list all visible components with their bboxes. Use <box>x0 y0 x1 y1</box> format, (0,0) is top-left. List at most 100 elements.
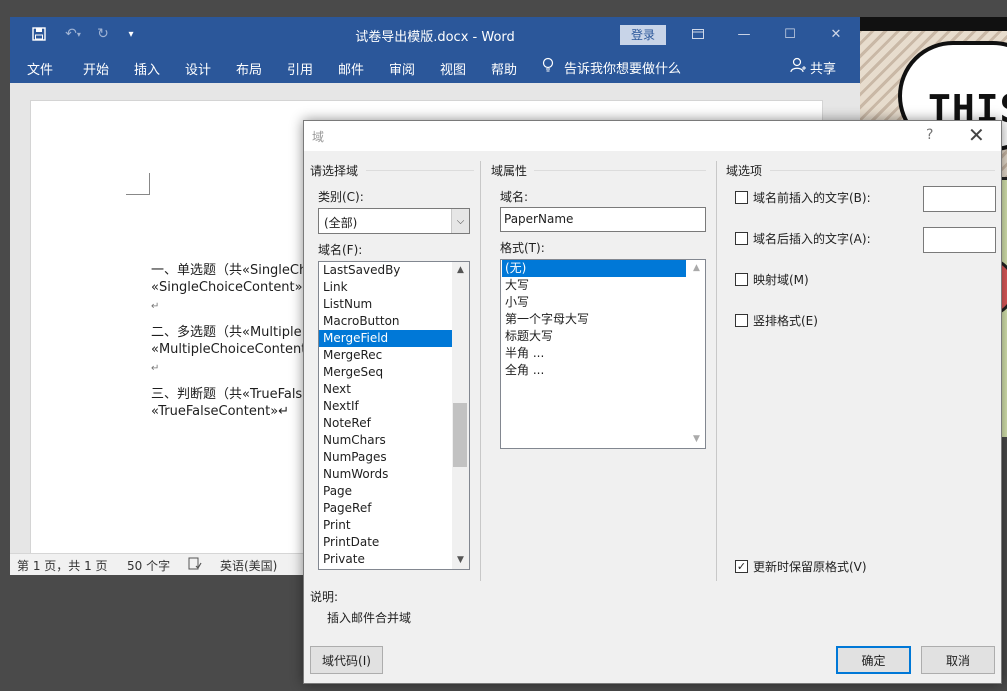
text-before-input[interactable] <box>923 186 996 212</box>
list-item[interactable]: MacroButton <box>319 313 452 330</box>
doc-line: 一、单选题（共«SingleCh <box>151 263 308 278</box>
text-before-label: 域名前插入的文字(B): <box>753 191 871 205</box>
list-item[interactable]: MergeRec <box>319 347 452 364</box>
list-item[interactable]: NumWords <box>319 466 452 483</box>
section-rule <box>770 170 995 171</box>
list-item[interactable]: Next <box>319 381 452 398</box>
comic-top-border <box>858 17 1007 31</box>
list-item[interactable]: Private <box>319 551 452 568</box>
checkbox-checked[interactable]: ✓ <box>735 560 748 573</box>
minimize-icon[interactable]: — <box>721 17 767 51</box>
scroll-down-icon[interactable]: ▼ <box>452 552 469 569</box>
format-list-scrollbar[interactable]: ▲ ▼ <box>688 260 705 448</box>
field-names-list[interactable]: LastSavedBy Link ListNum MacroButton Mer… <box>318 261 470 570</box>
scroll-down-icon[interactable]: ▼ <box>688 431 705 448</box>
preserve-format-label: 更新时保留原格式(V) <box>753 560 867 574</box>
field-name-label: 域名: <box>500 190 529 204</box>
word-count-status[interactable]: 50 个字 <box>127 557 170 574</box>
list-item[interactable]: Page <box>319 483 452 500</box>
mapped-field-checkbox[interactable]: 映射域(M) <box>735 271 809 288</box>
doc-line: «MultipleChoiceContent» <box>151 342 315 357</box>
share-button[interactable]: 共享 <box>790 57 836 77</box>
scroll-up-icon[interactable]: ▲ <box>452 262 469 279</box>
tab-references[interactable]: 引用 <box>287 59 313 78</box>
list-item[interactable]: NumChars <box>319 432 452 449</box>
scroll-up-icon[interactable]: ▲ <box>688 260 705 277</box>
scrollbar-thumb[interactable] <box>453 403 467 467</box>
dialog-titlebar: 域 ? ✕ <box>304 121 1001 151</box>
tab-home[interactable]: 开始 <box>83 59 109 78</box>
tell-me-text: 告诉我你想要做什么 <box>564 61 682 77</box>
list-item[interactable]: NoteRef <box>319 415 452 432</box>
list-item-selected[interactable]: MergeField <box>319 330 452 347</box>
list-item[interactable]: PageRef <box>319 500 452 517</box>
vertical-format-label: 竖排格式(E) <box>753 314 818 328</box>
maximize-icon[interactable]: ☐ <box>767 17 813 51</box>
list-item[interactable]: 标题大写 <box>502 328 686 345</box>
section-divider <box>716 161 717 581</box>
preserve-format-checkbox[interactable]: ✓ 更新时保留原格式(V) <box>735 558 867 575</box>
tab-insert[interactable]: 插入 <box>134 59 160 78</box>
close-icon[interactable]: ✕ <box>968 123 985 147</box>
tab-layout[interactable]: 布局 <box>236 59 262 78</box>
category-dropdown[interactable]: (全部) ⌵ <box>318 208 470 234</box>
checkbox-box[interactable] <box>735 232 748 245</box>
format-list[interactable]: (无) 大写 小写 第一个字母大写 标题大写 半角 ... 全角 ... ▲ ▼ <box>500 259 706 449</box>
list-item[interactable]: Print <box>319 517 452 534</box>
field-list-scrollbar[interactable]: ▲ ▼ <box>452 262 469 569</box>
list-item[interactable]: 第一个字母大写 <box>502 311 686 328</box>
list-item[interactable]: LastSavedBy <box>319 262 452 279</box>
login-button[interactable]: 登录 <box>620 25 666 45</box>
cancel-button[interactable]: 取消 <box>921 646 995 674</box>
proofing-icon[interactable] <box>188 557 202 573</box>
tab-file[interactable]: 文件 <box>27 59 53 78</box>
tab-help[interactable]: 帮助 <box>491 59 517 78</box>
text-after-checkbox[interactable]: 域名后插入的文字(A): <box>735 230 871 247</box>
tell-me-search[interactable]: 告诉我你想要做什么 <box>542 57 681 77</box>
list-item[interactable]: 全角 ... <box>502 362 686 379</box>
list-item[interactable]: Link <box>319 279 452 296</box>
list-item[interactable]: 半角 ... <box>502 345 686 362</box>
page-count-status[interactable]: 第 1 页，共 1 页 <box>17 557 108 574</box>
list-item[interactable]: ListNum <box>319 296 452 313</box>
field-codes-button[interactable]: 域代码(I) <box>310 646 383 674</box>
section-rule <box>534 170 706 171</box>
field-names-label: 域名(F): <box>318 243 363 257</box>
category-label: 类别(C): <box>318 190 364 204</box>
help-icon[interactable]: ? <box>926 127 933 143</box>
list-item[interactable]: 大写 <box>502 277 686 294</box>
ok-button[interactable]: 确定 <box>836 646 911 674</box>
list-item[interactable]: NumPages <box>319 449 452 466</box>
list-item-selected[interactable]: (无) <box>502 260 686 277</box>
description-label: 说明: <box>310 590 339 604</box>
field-name-value: PaperName <box>504 212 574 226</box>
close-window-icon[interactable]: ✕ <box>813 17 859 51</box>
field-name-input[interactable]: PaperName <box>500 207 706 232</box>
text-before-checkbox[interactable]: 域名前插入的文字(B): <box>735 189 871 206</box>
section-rule <box>366 170 474 171</box>
text-after-input[interactable] <box>923 227 996 253</box>
tab-design[interactable]: 设计 <box>185 59 211 78</box>
tab-mailings[interactable]: 邮件 <box>338 59 364 78</box>
checkbox-box[interactable] <box>735 273 748 286</box>
list-item[interactable]: NextIf <box>319 398 452 415</box>
ribbon-tabs: 文件 开始 插入 设计 布局 引用 邮件 审阅 视图 帮助 告诉我你想要做什么 … <box>10 51 860 83</box>
checkbox-box[interactable] <box>735 191 748 204</box>
ribbon-display-options-icon[interactable] <box>675 17 721 51</box>
list-item[interactable]: 小写 <box>502 294 686 311</box>
list-item[interactable]: PrintDate <box>319 534 452 551</box>
doc-line: ↵ <box>151 363 160 374</box>
share-label: 共享 <box>810 61 837 77</box>
field-dialog: 域 ? ✕ 请选择域 类别(C): (全部) ⌵ 域名(F): LastSave… <box>303 120 1002 684</box>
section-divider <box>480 161 481 581</box>
choose-field-section-title: 请选择域 <box>310 164 359 178</box>
checkbox-box[interactable] <box>735 314 748 327</box>
tab-view[interactable]: 视图 <box>440 59 466 78</box>
doc-line: 三、判断题（共«TrueFals <box>151 387 303 402</box>
language-status[interactable]: 英语(美国) <box>220 557 277 574</box>
vertical-format-checkbox[interactable]: 竖排格式(E) <box>735 312 818 329</box>
list-item[interactable]: MergeSeq <box>319 364 452 381</box>
tab-review[interactable]: 审阅 <box>389 59 415 78</box>
lightbulb-icon <box>542 57 554 77</box>
chevron-down-icon[interactable]: ⌵ <box>451 209 469 233</box>
